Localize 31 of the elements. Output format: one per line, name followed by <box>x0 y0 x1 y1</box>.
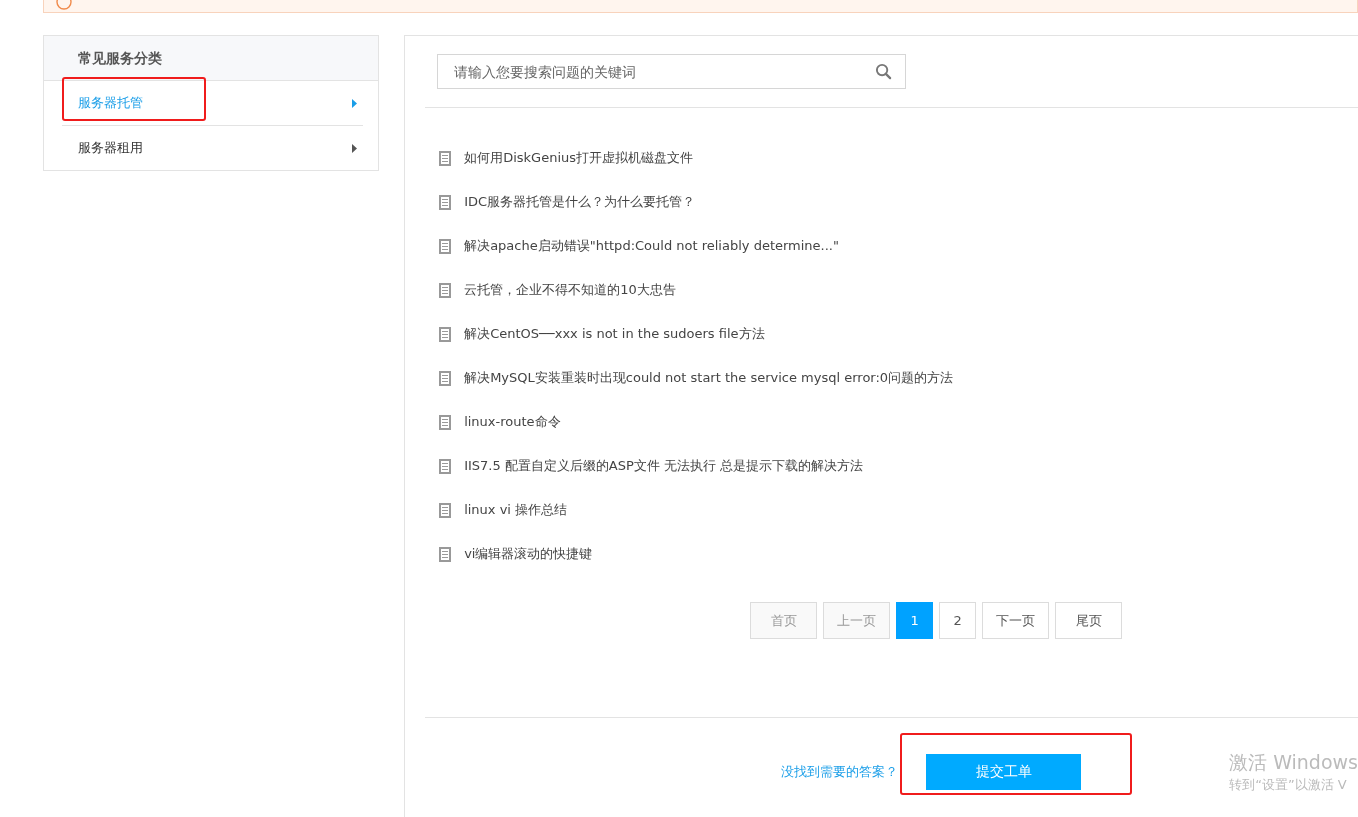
document-icon <box>439 458 452 474</box>
document-icon <box>439 238 452 254</box>
document-icon <box>439 282 452 298</box>
sidebar-item[interactable]: 服务器租用 <box>78 139 143 157</box>
article-link[interactable]: 云托管，企业不得不知道的10大忠告 <box>464 281 676 299</box>
article-link[interactable]: 解决CentOS──xxx is not in the sudoers file方法 <box>464 325 765 343</box>
page-button[interactable]: 2 <box>939 602 977 639</box>
caret-icon <box>352 98 358 108</box>
document-icon <box>439 370 452 386</box>
search-field[interactable]: 请输入您要搜索问题的关键词 <box>437 54 907 89</box>
article-link[interactable]: linux vi 操作总结 <box>464 501 568 519</box>
article-link[interactable]: linux-route命令 <box>464 413 561 431</box>
document-icon <box>439 150 452 166</box>
article-link[interactable]: 解决apache启动错误"httpd:Could not reliably determine..." <box>464 237 839 255</box>
article-link[interactable]: vi编辑器滚动的快捷键 <box>464 545 593 563</box>
document-icon <box>439 194 452 210</box>
document-icon <box>439 546 452 562</box>
sidebar-title: 常见服务分类 <box>44 36 379 81</box>
document-icon <box>439 414 452 430</box>
document-icon <box>439 326 452 342</box>
article-link[interactable]: 解决MySQL安装重装时出现could not start the service mysql error:0问题的方法 <box>464 369 954 387</box>
article-link[interactable]: IIS7.5 配置自定义后缀的ASP文件 无法执行 总是提示下载的解决方法 <box>464 457 864 475</box>
page-button[interactable]: 下一页 <box>982 602 1050 639</box>
activation-text: 转到“设置”以激活 V <box>1229 776 1348 794</box>
caret-icon <box>352 143 358 153</box>
article-link[interactable]: 如何用DiskGenius打开虚拟机磁盘文件 <box>464 149 693 167</box>
page-button[interactable]: 尾页 <box>1055 602 1123 639</box>
activation-title: 激活 Windows <box>1229 750 1358 775</box>
document-icon <box>439 502 452 518</box>
search-icon[interactable] <box>875 63 893 80</box>
article-link[interactable]: IDC服务器托管是什么？为什么要托管？ <box>464 193 696 211</box>
